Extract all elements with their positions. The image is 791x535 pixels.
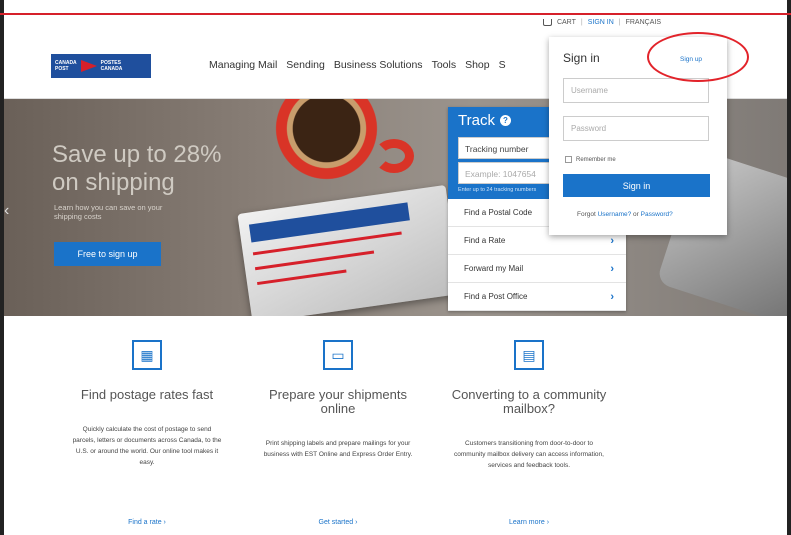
remember-me[interactable]: Remember me bbox=[565, 156, 616, 163]
separator: | bbox=[580, 19, 583, 26]
logo-text-right: POSTES CANADA bbox=[100, 60, 123, 72]
forgot-password-link[interactable]: Password? bbox=[641, 211, 673, 218]
quick-link-label: Find a Postal Code bbox=[464, 208, 533, 217]
learn-more-link[interactable]: Learn more › bbox=[444, 519, 614, 526]
nav-item-tools[interactable]: Tools bbox=[432, 59, 457, 71]
signin-title: Sign in bbox=[563, 51, 600, 65]
forgot-or: or bbox=[633, 211, 639, 218]
feature-title: Converting to a community mailbox? bbox=[451, 387, 607, 416]
forgot-prefix: Forgot bbox=[577, 211, 596, 218]
feature-description: Customers transitioning from door-to-doo… bbox=[454, 440, 604, 469]
nav-item-business-solutions[interactable]: Business Solutions bbox=[334, 59, 423, 71]
top-accent-line bbox=[0, 13, 791, 15]
carousel-prev-icon[interactable]: ‹ bbox=[4, 202, 9, 220]
card-stripe bbox=[257, 269, 347, 286]
postal-card-image bbox=[237, 184, 461, 316]
feature-title: Find postage rates fast bbox=[80, 387, 214, 402]
quick-link-forward-mail[interactable]: Forward my Mail › bbox=[448, 255, 626, 283]
feature-prepare-shipments: ▭ Prepare your shipments online Print sh… bbox=[253, 340, 423, 526]
get-started-link[interactable]: Get started › bbox=[253, 519, 423, 526]
quick-link-post-office[interactable]: Find a Post Office › bbox=[448, 283, 626, 311]
feature-community-mailbox: ▤ Converting to a community mailbox? Cus… bbox=[444, 340, 614, 526]
hero-title-line1: Save up to 28% bbox=[52, 141, 222, 168]
cup-handle-image bbox=[374, 139, 414, 173]
link-label: Get started bbox=[318, 519, 354, 526]
free-signup-button[interactable]: Free to sign up bbox=[54, 242, 161, 266]
nav-item-support[interactable]: S bbox=[499, 59, 506, 71]
separator: | bbox=[618, 19, 621, 26]
chevron-right-icon: › bbox=[610, 262, 614, 275]
signup-highlight-circle bbox=[647, 32, 749, 82]
card-stripe bbox=[254, 250, 375, 271]
quick-link-label: Find a Post Office bbox=[464, 292, 528, 301]
forgot-username-link[interactable]: Username? bbox=[598, 211, 632, 218]
laptop-label-icon: ▭ bbox=[323, 340, 353, 370]
username-input[interactable]: Username bbox=[563, 78, 709, 103]
main-nav: Managing Mail Sending Business Solutions… bbox=[209, 59, 506, 71]
cart-link[interactable]: CART bbox=[557, 19, 576, 26]
cart-icon[interactable] bbox=[542, 19, 552, 26]
feature-description: Print shipping labels and prepare mailin… bbox=[263, 440, 413, 458]
link-label: Find a rate bbox=[128, 519, 162, 526]
logo-text-left: CANADA POST bbox=[55, 60, 77, 72]
canada-post-logo[interactable]: CANADA POST POSTES CANADA bbox=[51, 54, 151, 78]
quick-link-label: Forward my Mail bbox=[464, 264, 524, 273]
find-rate-link[interactable]: Find a rate › bbox=[62, 519, 232, 526]
quick-link-label: Find a Rate bbox=[464, 236, 506, 245]
logo-wing-icon bbox=[80, 60, 97, 72]
remember-checkbox[interactable] bbox=[565, 156, 572, 163]
link-label: Learn more bbox=[508, 519, 545, 526]
remember-label: Remember me bbox=[576, 156, 616, 163]
feature-title: Prepare your shipments online bbox=[268, 387, 407, 416]
chevron-right-icon: › bbox=[610, 290, 614, 303]
nav-item-managing-mail[interactable]: Managing Mail bbox=[209, 59, 277, 71]
nav-item-sending[interactable]: Sending bbox=[286, 59, 325, 71]
chevron-right-icon: › bbox=[610, 234, 614, 247]
feature-description: Quickly calculate the cost of postage to… bbox=[72, 426, 222, 466]
language-link[interactable]: FRANÇAIS bbox=[626, 19, 661, 26]
nav-item-shop[interactable]: Shop bbox=[465, 59, 490, 71]
hero-title-line2: on shipping bbox=[52, 169, 175, 196]
forgot-credentials: Forgot Username? or Password? bbox=[577, 211, 673, 218]
mailbox-icon: ▤ bbox=[514, 340, 544, 370]
password-input[interactable]: Password bbox=[563, 116, 709, 141]
help-icon[interactable]: ? bbox=[499, 115, 511, 126]
hero-title: Save up to 28% on shipping bbox=[52, 141, 221, 197]
signin-button[interactable]: Sign in bbox=[563, 174, 710, 197]
signin-link[interactable]: SIGN IN bbox=[588, 19, 614, 26]
utility-bar: CART | SIGN IN | FRANÇAIS bbox=[542, 19, 661, 26]
track-title: Track bbox=[458, 112, 495, 129]
calculator-icon: ▦ bbox=[132, 340, 162, 370]
feature-postage-rates: ▦ Find postage rates fast Quickly calcul… bbox=[62, 340, 232, 526]
coffee-cup-image bbox=[269, 99, 384, 189]
hero-subtitle: Learn how you can save on your shipping … bbox=[54, 203, 163, 221]
